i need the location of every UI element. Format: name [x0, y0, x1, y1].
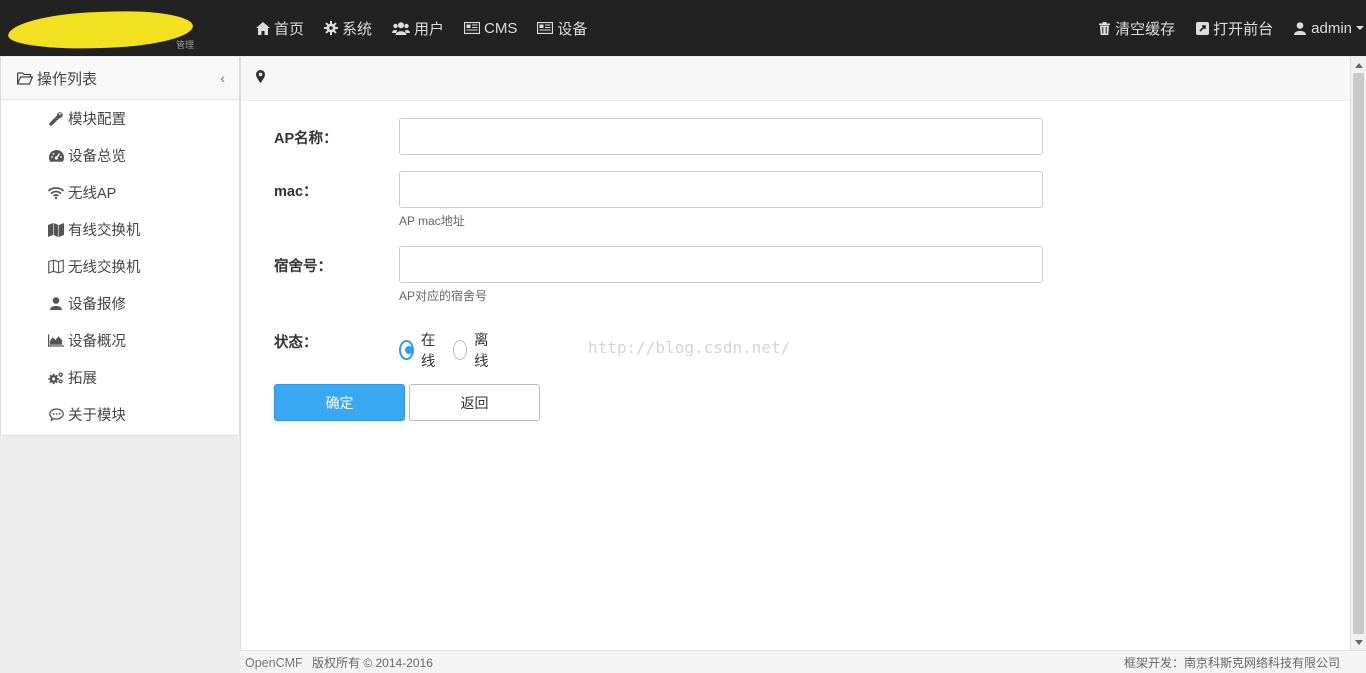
- main-nav: 首页 系统 用户 CMS 设备: [246, 0, 597, 56]
- right-nav: 清空缓存 打开前台 admin: [1087, 0, 1366, 56]
- users-icon: [392, 21, 411, 35]
- sidebar-item-label: 有线交换机: [68, 223, 141, 239]
- status-option-label: 在线: [420, 333, 436, 370]
- folder-open-icon: [17, 71, 33, 85]
- nav-admin-label: admin: [1311, 19, 1352, 37]
- breadcrumb: [241, 57, 1350, 101]
- sidebar-item-device-summary[interactable]: 设备概况: [1, 322, 239, 359]
- logo-text: 管理: [176, 40, 195, 50]
- scroll-down-arrow-icon[interactable]: [1351, 634, 1366, 650]
- nav-admin-dropdown[interactable]: admin: [1283, 0, 1366, 56]
- sidebar-item-label: 无线AP: [68, 186, 117, 202]
- radio-unchecked-icon: [452, 340, 467, 360]
- nav-clear-cache-label: 清空缓存: [1115, 20, 1176, 38]
- dorm-input[interactable]: [399, 246, 1043, 283]
- sidebar-item-label: 无线交换机: [68, 260, 141, 276]
- dorm-help-text: AP对应的宿舍号: [399, 289, 488, 303]
- gear-icon: [324, 21, 339, 35]
- logo[interactable]: 管理: [7, 8, 196, 52]
- nav-home[interactable]: 首页: [246, 0, 314, 56]
- nav-open-frontend[interactable]: 打开前台: [1185, 0, 1283, 56]
- mac-label: mac：: [274, 184, 318, 200]
- footer: OpenCMF 版权所有 © 2014-2016 框架开发：南京科斯克网络科技有…: [240, 650, 1366, 673]
- home-icon: [256, 21, 270, 35]
- sidebar-item-module-config[interactable]: 模块配置: [1, 100, 239, 137]
- nav-system[interactable]: 系统: [314, 0, 382, 56]
- nav-device[interactable]: 设备: [527, 0, 597, 56]
- back-button[interactable]: 返回: [409, 384, 540, 421]
- sidebar-menu: 模块配置 设备总览 无线AP 有线交换机 无线交换机 设备报修 设备概况 拓展: [1, 100, 239, 433]
- map-icon: [48, 222, 64, 237]
- sidebar-item-label: 关于模块: [68, 408, 126, 424]
- trash-icon: [1097, 21, 1111, 35]
- radio-checked-icon: [399, 340, 414, 360]
- cogs-icon: [48, 371, 64, 385]
- sidebar-item-about[interactable]: 关于模块: [1, 396, 239, 433]
- sidebar-item-label: 设备概况: [68, 334, 126, 350]
- status-radio-offline[interactable]: 离线: [452, 329, 495, 371]
- user-icon: [1293, 21, 1307, 35]
- sidebar: 操作列表 ‹ 模块配置 设备总览 无线AP 有线交换机 无线交换机 设备报修 设…: [0, 57, 240, 436]
- sidebar-item-label: 拓展: [68, 371, 97, 387]
- sidebar-item-wired-switch[interactable]: 有线交换机: [1, 211, 239, 248]
- status-label: 状态：: [274, 335, 318, 351]
- nav-users-label: 用户: [414, 20, 445, 38]
- dorm-label: 宿舍号：: [274, 259, 332, 275]
- dashboard-icon: [48, 149, 64, 163]
- nav-open-frontend-label: 打开前台: [1213, 20, 1274, 38]
- comments-icon: [48, 408, 64, 422]
- nav-clear-cache[interactable]: 清空缓存: [1087, 0, 1185, 56]
- scroll-up-arrow-icon[interactable]: [1351, 57, 1366, 73]
- nav-cms[interactable]: CMS: [454, 0, 527, 56]
- sidebar-header: 操作列表 ‹: [1, 57, 239, 100]
- mac-input[interactable]: [399, 171, 1043, 208]
- submit-button[interactable]: 确定: [274, 384, 405, 421]
- sidebar-item-label: 设备总览: [68, 149, 126, 165]
- sidebar-item-extension[interactable]: 拓展: [1, 359, 239, 396]
- nav-users[interactable]: 用户: [382, 0, 454, 56]
- status-radio-group: 在线 离线: [399, 329, 506, 371]
- external-link-icon: [1195, 21, 1209, 35]
- nav-cms-label: CMS: [484, 19, 518, 37]
- map-outline-icon: [48, 259, 64, 274]
- wrench-icon: [48, 111, 64, 126]
- footer-copyright: 版权所有 © 2014-2016: [312, 655, 433, 670]
- footer-brand[interactable]: OpenCMF: [245, 656, 303, 670]
- main-content: AP名称： mac： AP mac地址 宿舍号： AP对应的宿舍号 状态： 在线…: [240, 57, 1350, 650]
- sidebar-item-wireless-switch[interactable]: 无线交换机: [1, 248, 239, 285]
- logo-redaction: [7, 8, 194, 52]
- nav-home-label: 首页: [274, 20, 305, 38]
- mac-help-text: AP mac地址: [399, 214, 465, 228]
- watermark: http://blog.csdn.net/: [588, 338, 791, 357]
- sidebar-item-device-repair[interactable]: 设备报修: [1, 285, 239, 322]
- ap-name-input[interactable]: [399, 118, 1043, 155]
- nav-device-label: 设备: [557, 20, 588, 38]
- footer-left: OpenCMF 版权所有 © 2014-2016: [245, 654, 433, 671]
- map-marker-icon: [256, 69, 265, 88]
- newspaper-icon: [537, 21, 554, 35]
- area-chart-icon: [48, 334, 64, 348]
- top-navbar: 管理 首页 系统 用户 CMS 设备 清空缓存 打开前台 admin: [0, 0, 1366, 56]
- chevron-down-icon: [1356, 26, 1364, 30]
- footer-developer[interactable]: 框架开发：南京科斯克网络科技有限公司: [1124, 654, 1340, 671]
- sidebar-item-wireless-ap[interactable]: 无线AP: [1, 174, 239, 211]
- sidebar-item-label: 设备报修: [68, 297, 126, 313]
- scrollbar-thumb[interactable]: [1353, 73, 1364, 634]
- scrollbar[interactable]: [1350, 57, 1366, 650]
- wifi-icon: [48, 186, 64, 200]
- sidebar-title: 操作列表: [37, 70, 98, 88]
- chevron-left-icon[interactable]: ‹: [220, 70, 225, 86]
- sidebar-item-label: 模块配置: [68, 112, 126, 128]
- newspaper-icon: [464, 21, 481, 35]
- status-option-label: 离线: [473, 333, 489, 370]
- ap-name-label: AP名称：: [274, 131, 338, 147]
- nav-system-label: 系统: [342, 20, 373, 38]
- status-radio-online[interactable]: 在线: [399, 329, 441, 371]
- sidebar-item-device-overview[interactable]: 设备总览: [1, 137, 239, 174]
- user-icon: [48, 297, 64, 311]
